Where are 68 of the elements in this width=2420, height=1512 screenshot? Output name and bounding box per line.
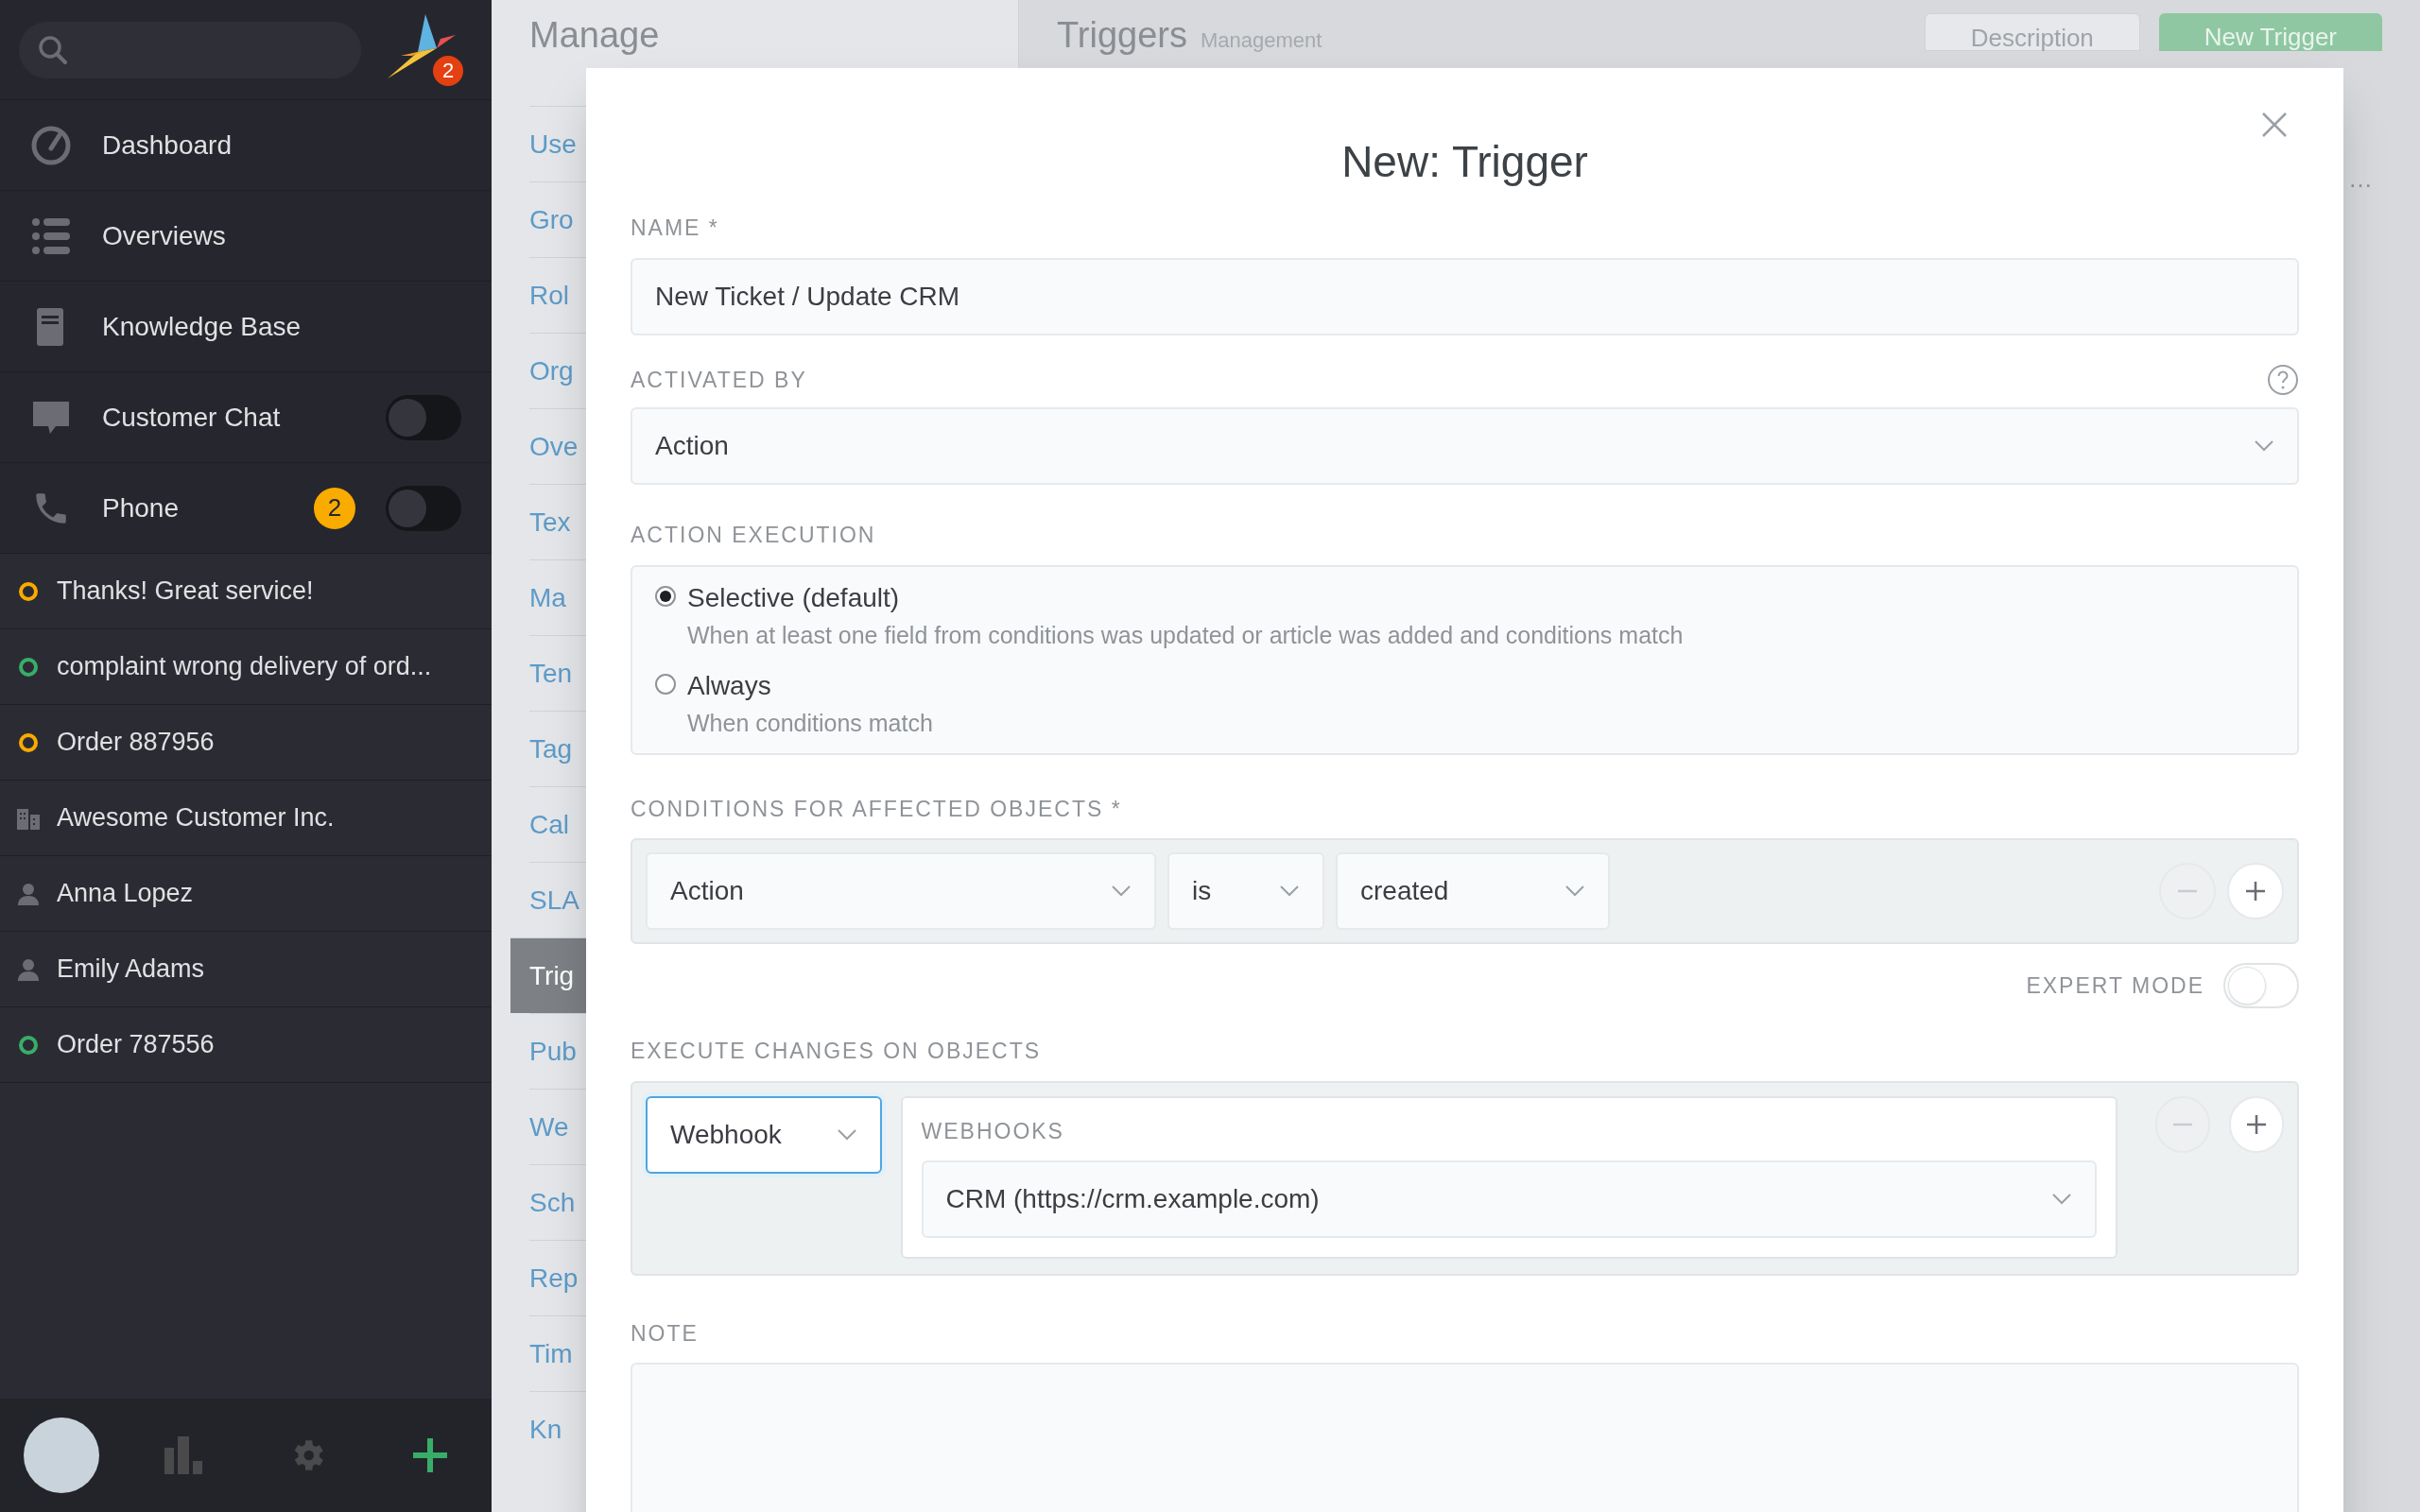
field-label: ACTION EXECUTION	[631, 522, 877, 549]
nav-item[interactable]: Phone 2	[0, 463, 492, 554]
operator-select[interactable]: is	[1167, 852, 1324, 930]
radio-label: Always	[687, 670, 772, 702]
recent-item[interactable]: Awesome Customer Inc.	[0, 781, 492, 856]
plus-icon	[2244, 880, 2267, 902]
list-icon	[31, 217, 71, 254]
value-select[interactable]: created	[1336, 852, 1610, 930]
attribute-select[interactable]: Action	[646, 852, 1156, 930]
chevron-down-icon	[1279, 885, 1300, 898]
name-input[interactable]: New Ticket / Update CRM	[631, 257, 2299, 335]
field-label: ACTIVATED BY	[631, 366, 807, 394]
nav-label: Customer Chat	[102, 401, 282, 434]
minus-icon	[2176, 889, 2199, 893]
plus-icon[interactable]	[413, 1438, 447, 1472]
nav-item[interactable]: Knowledge Base	[0, 282, 492, 372]
section-title: Triggers	[1057, 14, 1187, 57]
count-badge: 2	[314, 487, 355, 529]
chevron-down-icon	[1564, 885, 1585, 898]
field-label: NOTE	[631, 1319, 700, 1348]
nav-label: Overviews	[102, 219, 227, 252]
chevron-down-icon	[1111, 885, 1132, 898]
nav-label: Dashboard	[102, 129, 233, 162]
plus-icon	[2244, 1112, 2268, 1136]
note-textarea[interactable]	[631, 1363, 2299, 1512]
radio-description: When at least one field from conditions was updated or article was added and conditions match	[687, 620, 1684, 650]
nav-label: Phone	[102, 491, 180, 524]
nav-item[interactable]: Customer Chat	[0, 372, 492, 463]
minus-icon	[2170, 1122, 2194, 1126]
recent-item-label: Anna Lopez	[57, 878, 194, 910]
field-label: NAME *	[631, 215, 720, 242]
modal-title: New: Trigger	[1341, 135, 1588, 188]
recent-item[interactable]: Emily Adams	[0, 932, 492, 1007]
chat-bubble-icon	[31, 399, 71, 436]
activated-by-select[interactable]: Action	[631, 407, 2299, 485]
field-label: CONDITIONS FOR AFFECTED OBJECTS *	[631, 795, 1123, 823]
radio-button[interactable]	[655, 674, 676, 695]
recent-item[interactable]: Anna Lopez	[0, 856, 492, 932]
notification-badge: 2	[431, 53, 465, 88]
chevron-down-icon	[2254, 439, 2274, 453]
bar-chart-icon[interactable]	[164, 1436, 204, 1474]
close-icon[interactable]	[2261, 112, 2288, 138]
radio-button[interactable]	[655, 585, 676, 607]
nav-label: Knowledge Base	[102, 310, 302, 343]
radio-description: When conditions match	[687, 709, 933, 738]
toggle-switch[interactable]	[386, 485, 461, 531]
field-label: WEBHOOKS	[921, 1117, 1065, 1145]
chevron-down-icon	[836, 1127, 857, 1142]
field-label: EXECUTE CHANGES ON OBJECTS	[631, 1038, 1043, 1065]
recent-item-label: Order 787556	[57, 1029, 215, 1061]
toggle-switch[interactable]	[386, 394, 461, 440]
gauge-icon	[31, 125, 71, 165]
recent-item-label: complaint wrong delivery of ord...	[57, 651, 432, 683]
recent-item-label: Thanks! Great service!	[57, 576, 314, 608]
nav-item[interactable]: Overviews	[0, 191, 492, 282]
endpoint-select[interactable]: CRM (https://crm.example.com)	[921, 1160, 2097, 1238]
chevron-down-icon	[2050, 1193, 2072, 1206]
recent-item-label: Emily Adams	[57, 954, 205, 986]
toggle-switch[interactable]	[2223, 963, 2299, 1008]
nav-item[interactable]: Dashboard	[0, 100, 492, 191]
help-icon[interactable]	[2267, 363, 2299, 396]
recent-item-label: Awesome Customer Inc.	[57, 802, 335, 834]
field-label: EXPERT MODE	[2026, 971, 2204, 1000]
more-text: …	[2348, 163, 2373, 195]
search-icon	[38, 34, 68, 65]
radio-label: Selective (default)	[687, 581, 901, 614]
page-title: Manage	[529, 14, 661, 57]
recent-item-label: Order 887956	[57, 727, 215, 759]
